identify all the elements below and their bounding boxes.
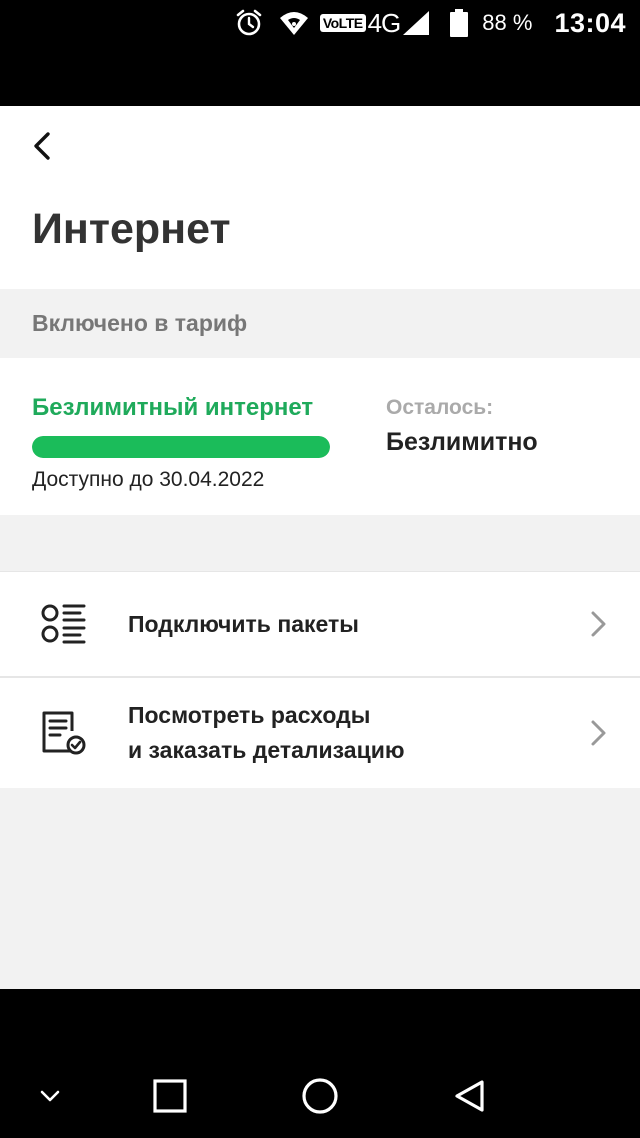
remaining-value: Безлимитно (386, 428, 538, 456)
menu-item-label-line: и заказать детализацию (128, 737, 405, 763)
status-icons: VoLTE 4G 88 % 13:04 (234, 6, 626, 40)
menu-item-label-line: Подключить пакеты (128, 610, 359, 637)
tariff-name: Безлимитный интернет (32, 394, 314, 421)
battery-percent: 88 % (482, 10, 533, 35)
signal-icon (402, 10, 430, 36)
packages-list-icon (41, 604, 86, 644)
menu-item-packages[interactable]: Подключить пакеты (0, 572, 640, 676)
app-screen: Интернет Включено в тариф Безлимитный ин… (0, 106, 640, 989)
clock: 13:04 (554, 7, 626, 38)
menu-item-label: Подключить пакеты (128, 607, 359, 642)
tariff-card: Безлимитный интернет Доступно до 30.04.2… (0, 358, 640, 515)
recents-button[interactable] (145, 1071, 195, 1121)
menu-item-label: Посмотреть расходы и заказать детализаци… (128, 698, 404, 768)
remaining-label: Осталось: (386, 396, 494, 419)
volte-badge: VoLTE (319, 14, 366, 32)
tariff-progress-bar (32, 436, 330, 458)
back-triangle-icon (455, 1080, 484, 1112)
chevron-right-icon (591, 720, 606, 746)
home-button[interactable] (295, 1071, 345, 1121)
hotspot-icon (278, 9, 310, 37)
menu-list: Подключить пакеты Посмотреть расходы и з… (0, 571, 640, 788)
tariff-available-until: Доступно до 30.04.2022 (32, 468, 265, 491)
chevron-left-icon (34, 132, 50, 160)
header: Интернет (0, 106, 640, 289)
alarm-icon (234, 8, 264, 38)
home-circle-icon (302, 1078, 338, 1114)
navigation-bar (0, 989, 640, 1138)
battery-icon (450, 9, 469, 37)
back-nav-button[interactable] (445, 1071, 495, 1121)
recents-square-icon (153, 1079, 187, 1113)
network-type: 4G (367, 7, 402, 38)
back-button[interactable] (22, 126, 62, 166)
status-bar: VoLTE 4G 88 % 13:04 (0, 0, 640, 106)
expenses-document-icon (42, 711, 86, 755)
chevron-right-icon (591, 611, 606, 637)
menu-item-expenses[interactable]: Посмотреть расходы и заказать детализаци… (0, 676, 640, 788)
menu-item-label-line: Посмотреть расходы (128, 702, 371, 728)
section-label: Включено в тариф (32, 310, 248, 336)
tariff-progress-fill (32, 436, 330, 458)
hide-keyboard-button[interactable] (25, 1071, 75, 1121)
chevron-down-icon (40, 1090, 60, 1102)
page-title: Интернет (32, 205, 231, 253)
